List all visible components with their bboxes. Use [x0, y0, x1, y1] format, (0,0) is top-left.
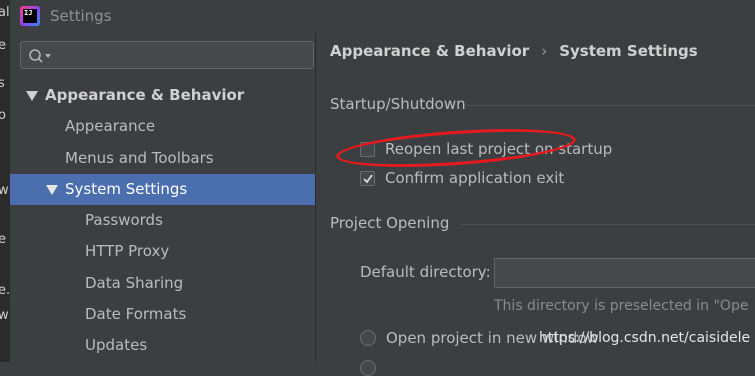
- title-bar: IJ Settings: [10, 0, 755, 32]
- search-icon: [29, 49, 51, 63]
- open-new-window-radio[interactable]: [360, 330, 376, 346]
- watermark: https://blog.csdn.net/caisidele: [539, 330, 751, 346]
- reopen-last-project-label: Reopen last project on startup: [385, 140, 613, 158]
- breadcrumb-separator: ›: [541, 42, 548, 60]
- tree-item-appearance[interactable]: Appearance: [10, 111, 315, 142]
- reopen-last-project-option[interactable]: Reopen last project on startup: [360, 138, 612, 160]
- tree-item-label: Appearance & Behavior: [45, 86, 245, 104]
- tree-item-date-formats[interactable]: Date Formats: [10, 299, 315, 330]
- tree-item-label: Updates: [85, 336, 148, 354]
- tree-item-label: Date Formats: [85, 305, 187, 323]
- tree-item-menus-toolbars[interactable]: Menus and Toolbars: [10, 143, 315, 174]
- tree-item-label: HTTP Proxy: [85, 242, 170, 260]
- open-same-window-radio[interactable]: [360, 360, 376, 376]
- section-divider: [466, 105, 755, 106]
- ide-strip-text: e: [0, 232, 6, 247]
- ide-strip-text: w: [0, 183, 9, 198]
- tree-item-label: System Settings: [65, 180, 188, 198]
- default-directory-label: Default directory:: [360, 263, 491, 281]
- settings-content-panel: Appearance & Behavior › System Settings …: [316, 32, 755, 376]
- tree-item-updates[interactable]: Updates: [10, 330, 315, 361]
- expand-triangle-icon[interactable]: [46, 185, 58, 195]
- confirm-exit-label: Confirm application exit: [385, 169, 565, 187]
- settings-search-input[interactable]: [20, 41, 314, 69]
- checkmark-icon: [363, 173, 373, 183]
- confirm-exit-option[interactable]: Confirm application exit: [360, 167, 564, 189]
- tree-item-label: Menus and Toolbars: [65, 149, 214, 167]
- confirm-exit-checkbox[interactable]: [360, 170, 375, 186]
- tree-item-data-sharing[interactable]: Data Sharing: [10, 268, 315, 299]
- intellij-logo-icon: IJ: [20, 6, 40, 26]
- breadcrumb-current: System Settings: [559, 42, 698, 60]
- ide-strip-text: al: [0, 5, 10, 20]
- ide-strip-text: e: [0, 38, 6, 53]
- ide-strip-text: o: [0, 108, 6, 123]
- default-directory-hint: This directory is preselected in "Ope: [494, 298, 749, 314]
- window-title: Settings: [50, 7, 112, 25]
- breadcrumb-parent[interactable]: Appearance & Behavior: [330, 42, 529, 60]
- tree-item-http-proxy[interactable]: HTTP Proxy: [10, 236, 315, 267]
- tree-item-system-settings[interactable]: System Settings: [10, 174, 315, 205]
- ide-strip-text: w: [0, 308, 9, 323]
- reopen-last-project-checkbox[interactable]: [360, 141, 375, 157]
- section-startup-title: Startup/Shutdown: [330, 95, 466, 113]
- ide-strip-text: s: [0, 76, 5, 91]
- breadcrumb: Appearance & Behavior › System Settings: [330, 42, 698, 60]
- settings-tree-panel: Appearance & Behavior Appearance Menus a…: [10, 32, 316, 362]
- expand-triangle-icon[interactable]: [26, 91, 38, 101]
- tree-item-appearance-behavior[interactable]: Appearance & Behavior: [10, 80, 315, 111]
- section-project-opening-title: Project Opening: [330, 214, 450, 232]
- tree-item-passwords[interactable]: Passwords: [10, 205, 315, 236]
- tree-item-label: Data Sharing: [85, 274, 184, 292]
- tree-item-label: Passwords: [85, 211, 163, 229]
- tree-item-label: Appearance: [65, 117, 156, 135]
- section-divider: [462, 224, 755, 225]
- default-directory-input[interactable]: [494, 258, 755, 288]
